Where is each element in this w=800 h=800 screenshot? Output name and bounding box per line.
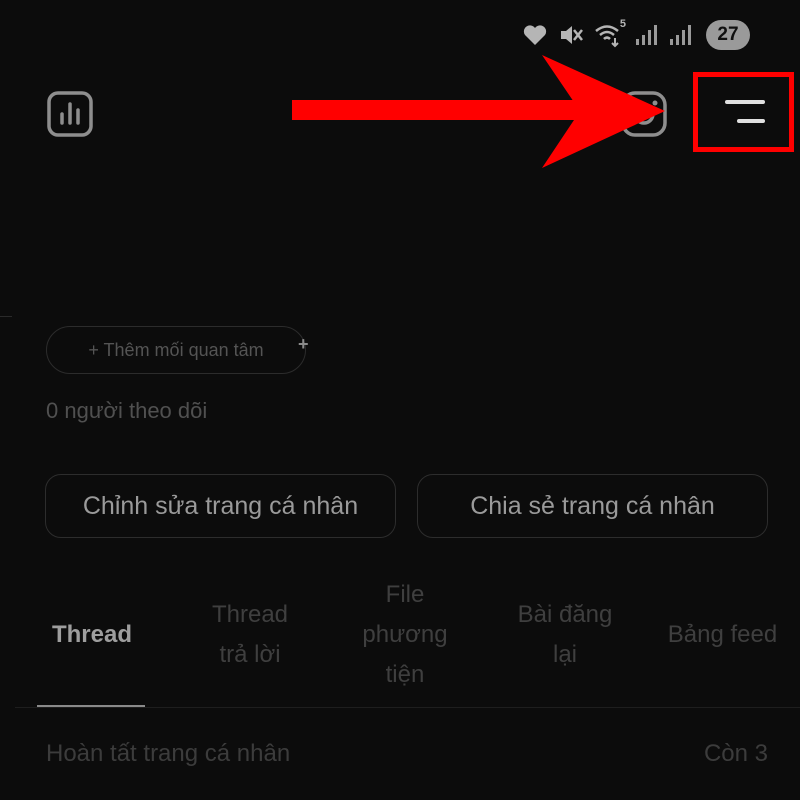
tab-label: Bài đăng <box>517 601 613 628</box>
menu-button[interactable] <box>693 72 794 152</box>
tab-label: Bảng feed <box>667 621 778 648</box>
tab-label: File <box>385 581 425 608</box>
tab-label: tiện <box>385 661 425 688</box>
tab-media[interactable]: File phương tiện <box>340 575 470 695</box>
menu-icon <box>724 100 765 123</box>
wifi-icon: 5 <box>594 18 626 48</box>
mute-icon <box>561 26 583 44</box>
tab-replies[interactable]: Thread trả lời <box>185 595 315 675</box>
tab-reposts[interactable]: Bài đăng lại <box>495 595 635 675</box>
tab-label: trả lời <box>219 641 281 668</box>
edit-profile-label: Chỉnh sửa trang cá nhân <box>82 491 359 520</box>
tab-label: Thread <box>211 601 289 628</box>
divider <box>0 316 12 317</box>
tab-feeds[interactable]: Bảng feed <box>650 615 795 655</box>
add-interest-plus: + <box>298 334 309 354</box>
share-profile-button[interactable]: Chia sẻ trang cá nhân <box>417 474 768 538</box>
tab-threads[interactable]: Thread <box>37 615 147 655</box>
annotation-arrow <box>292 55 665 168</box>
battery-indicator: 27 <box>706 20 750 50</box>
complete-profile-remaining: Còn 3 <box>703 740 768 767</box>
complete-profile-row[interactable]: Hoàn tất trang cá nhân Còn 3 <box>46 740 768 768</box>
edit-profile-button[interactable]: Chỉnh sửa trang cá nhân <box>45 474 396 538</box>
insights-icon[interactable] <box>46 90 94 143</box>
signal-icon <box>636 25 657 45</box>
heart-icon <box>523 25 547 45</box>
profile-tabs: Thread Thread trả lời File phương tiện B… <box>15 575 800 707</box>
followers-count[interactable]: 0 người theo dõi <box>46 398 207 424</box>
tab-label: Thread <box>51 621 132 648</box>
complete-profile-label: Hoàn tất trang cá nhân <box>46 740 291 767</box>
tab-label: phương <box>362 621 448 648</box>
status-bar: 5 27 <box>522 18 750 52</box>
add-interest-button[interactable]: + Thêm mối quan tâm <box>46 326 306 374</box>
tab-label: lại <box>552 641 577 668</box>
tabs-divider <box>15 707 800 708</box>
signal-icon <box>670 25 691 45</box>
share-profile-label: Chia sẻ trang cá nhân <box>470 491 715 520</box>
wifi-badge: 5 <box>619 18 626 30</box>
add-interest-label: + Thêm mối quan tâm <box>88 339 264 360</box>
